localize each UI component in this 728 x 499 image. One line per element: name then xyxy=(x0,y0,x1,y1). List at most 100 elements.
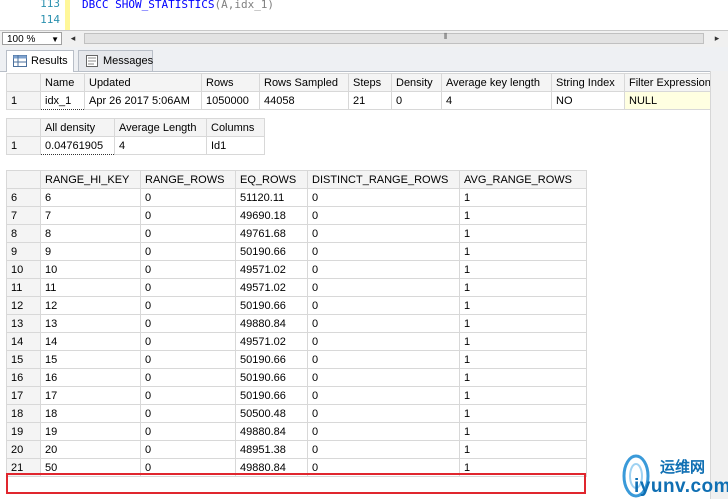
row-number[interactable]: 12 xyxy=(6,296,41,315)
table-cell[interactable]: 49690.18 xyxy=(235,206,308,225)
table-cell[interactable]: 48951.38 xyxy=(235,440,308,459)
column-header[interactable]: RANGE_HI_KEY xyxy=(40,170,141,189)
table-cell[interactable]: 0 xyxy=(140,350,236,369)
table-cell[interactable]: 44058 xyxy=(259,91,349,110)
table-cell[interactable]: 14 xyxy=(40,332,141,351)
table-cell[interactable]: 9 xyxy=(40,242,141,261)
table-row[interactable]: 19 19 0 49880.84 0 1 xyxy=(6,422,587,441)
table-cell[interactable]: 7 xyxy=(40,206,141,225)
table-cell[interactable]: 1 xyxy=(459,440,587,459)
table-cell[interactable]: 17 xyxy=(40,386,141,405)
table-cell[interactable]: Apr 26 2017 5:06AM xyxy=(84,91,202,110)
table-cell[interactable]: 50190.66 xyxy=(235,368,308,387)
table-cell[interactable]: 1 xyxy=(459,224,587,243)
row-number[interactable]: 10 xyxy=(6,260,41,279)
tab-results[interactable]: Results xyxy=(6,50,74,72)
table-cell[interactable]: 49571.02 xyxy=(235,278,308,297)
table-cell[interactable]: 1 xyxy=(459,368,587,387)
table-cell[interactable]: 1 xyxy=(459,332,587,351)
table-row[interactable]: 12 12 0 50190.66 0 1 xyxy=(6,296,587,315)
table-cell[interactable]: 0.04761905 xyxy=(40,136,115,155)
table-cell[interactable]: 1 xyxy=(459,296,587,315)
zoom-select[interactable]: 100 % ▼ xyxy=(2,32,62,45)
table-cell[interactable]: Id1 xyxy=(206,136,265,155)
column-header[interactable]: Average key length xyxy=(441,73,552,92)
vertical-scrollbar[interactable] xyxy=(710,71,728,499)
table-row[interactable]: 1 idx_1 Apr 26 2017 5:06AM 1050000 44058… xyxy=(6,91,725,110)
row-number[interactable]: 19 xyxy=(6,422,41,441)
table-cell[interactable]: idx_1 xyxy=(40,91,85,110)
table-cell[interactable]: 49571.02 xyxy=(235,260,308,279)
table-cell[interactable]: 1050000 xyxy=(201,91,260,110)
column-header[interactable]: All density xyxy=(40,118,115,137)
table-cell[interactable]: 0 xyxy=(140,242,236,261)
table-cell[interactable]: 4 xyxy=(441,91,552,110)
table-cell[interactable]: 49880.84 xyxy=(235,422,308,441)
table-cell[interactable]: 0 xyxy=(307,224,460,243)
table-cell[interactable]: 0 xyxy=(140,224,236,243)
table-cell[interactable]: 0 xyxy=(307,242,460,261)
table-cell[interactable]: 51120.11 xyxy=(235,188,308,207)
table-cell[interactable]: 50190.66 xyxy=(235,386,308,405)
table-cell[interactable]: 13 xyxy=(40,314,141,333)
code-line[interactable]: DBCC SHOW_STATISTICS(A,idx_1) xyxy=(82,0,274,11)
table-cell[interactable]: 0 xyxy=(140,386,236,405)
table-cell[interactable]: 4 xyxy=(114,136,207,155)
row-number[interactable]: 7 xyxy=(6,206,41,225)
table-cell[interactable]: 0 xyxy=(307,260,460,279)
query-editor[interactable]: 113 114 DBCC SHOW_STATISTICS(A,idx_1) xyxy=(0,0,728,30)
table-row[interactable]: 6 6 0 51120.11 0 1 xyxy=(6,188,587,207)
row-number[interactable]: 11 xyxy=(6,278,41,297)
row-number[interactable]: 14 xyxy=(6,332,41,351)
row-number[interactable]: 18 xyxy=(6,404,41,423)
scroll-right-icon[interactable]: ▸ xyxy=(710,32,724,45)
table-row[interactable]: 11 11 0 49571.02 0 1 xyxy=(6,278,587,297)
table-row[interactable]: 9 9 0 50190.66 0 1 xyxy=(6,242,587,261)
table-cell[interactable]: 1 xyxy=(459,350,587,369)
table-cell[interactable]: 50190.66 xyxy=(235,242,308,261)
table-cell[interactable]: 8 xyxy=(40,224,141,243)
table-cell[interactable]: 0 xyxy=(140,440,236,459)
table-cell[interactable]: 0 xyxy=(140,314,236,333)
column-header[interactable]: RANGE_ROWS xyxy=(140,170,236,189)
table-cell[interactable]: 1 xyxy=(459,188,587,207)
table-row[interactable]: 20 20 0 48951.38 0 1 xyxy=(6,440,587,459)
table-cell[interactable]: 0 xyxy=(140,188,236,207)
table-row[interactable]: 8 8 0 49761.68 0 1 xyxy=(6,224,587,243)
table-row[interactable]: 13 13 0 49880.84 0 1 xyxy=(6,314,587,333)
table-cell[interactable]: 0 xyxy=(140,332,236,351)
table-cell[interactable]: 0 xyxy=(307,386,460,405)
table-cell[interactable]: 0 xyxy=(307,332,460,351)
column-header[interactable]: String Index xyxy=(551,73,625,92)
table-cell[interactable]: 0 xyxy=(140,260,236,279)
column-header[interactable]: Updated xyxy=(84,73,202,92)
row-number[interactable]: 6 xyxy=(6,188,41,207)
table-cell[interactable]: 49880.84 xyxy=(235,314,308,333)
table-cell[interactable]: 0 xyxy=(307,296,460,315)
column-header[interactable]: Average Length xyxy=(114,118,207,137)
column-header[interactable]: Rows xyxy=(201,73,260,92)
table-cell[interactable]: 1 xyxy=(459,314,587,333)
table-cell[interactable]: 1 xyxy=(459,386,587,405)
table-cell[interactable]: 50500.48 xyxy=(235,404,308,423)
table-cell[interactable]: 0 xyxy=(140,422,236,441)
table-row[interactable]: 16 16 0 50190.66 0 1 xyxy=(6,368,587,387)
table-cell[interactable]: 0 xyxy=(307,368,460,387)
scroll-left-icon[interactable]: ◂ xyxy=(66,32,80,45)
table-cell[interactable]: 1 xyxy=(459,260,587,279)
table-cell[interactable]: 0 xyxy=(307,188,460,207)
table-cell[interactable]: 0 xyxy=(140,206,236,225)
table-cell[interactable]: 1 xyxy=(459,422,587,441)
table-cell[interactable]: 0 xyxy=(307,350,460,369)
column-header[interactable]: Name xyxy=(40,73,85,92)
table-cell[interactable]: 50190.66 xyxy=(235,296,308,315)
table-cell[interactable]: 6 xyxy=(40,188,141,207)
table-cell[interactable]: 16 xyxy=(40,368,141,387)
row-number[interactable]: 8 xyxy=(6,224,41,243)
table-row[interactable]: 7 7 0 49690.18 0 1 xyxy=(6,206,587,225)
table-cell[interactable]: 1 xyxy=(459,242,587,261)
row-number[interactable]: 1 xyxy=(6,91,41,110)
table-cell[interactable]: 15 xyxy=(40,350,141,369)
row-number[interactable]: 17 xyxy=(6,386,41,405)
table-cell[interactable]: 1 xyxy=(459,278,587,297)
